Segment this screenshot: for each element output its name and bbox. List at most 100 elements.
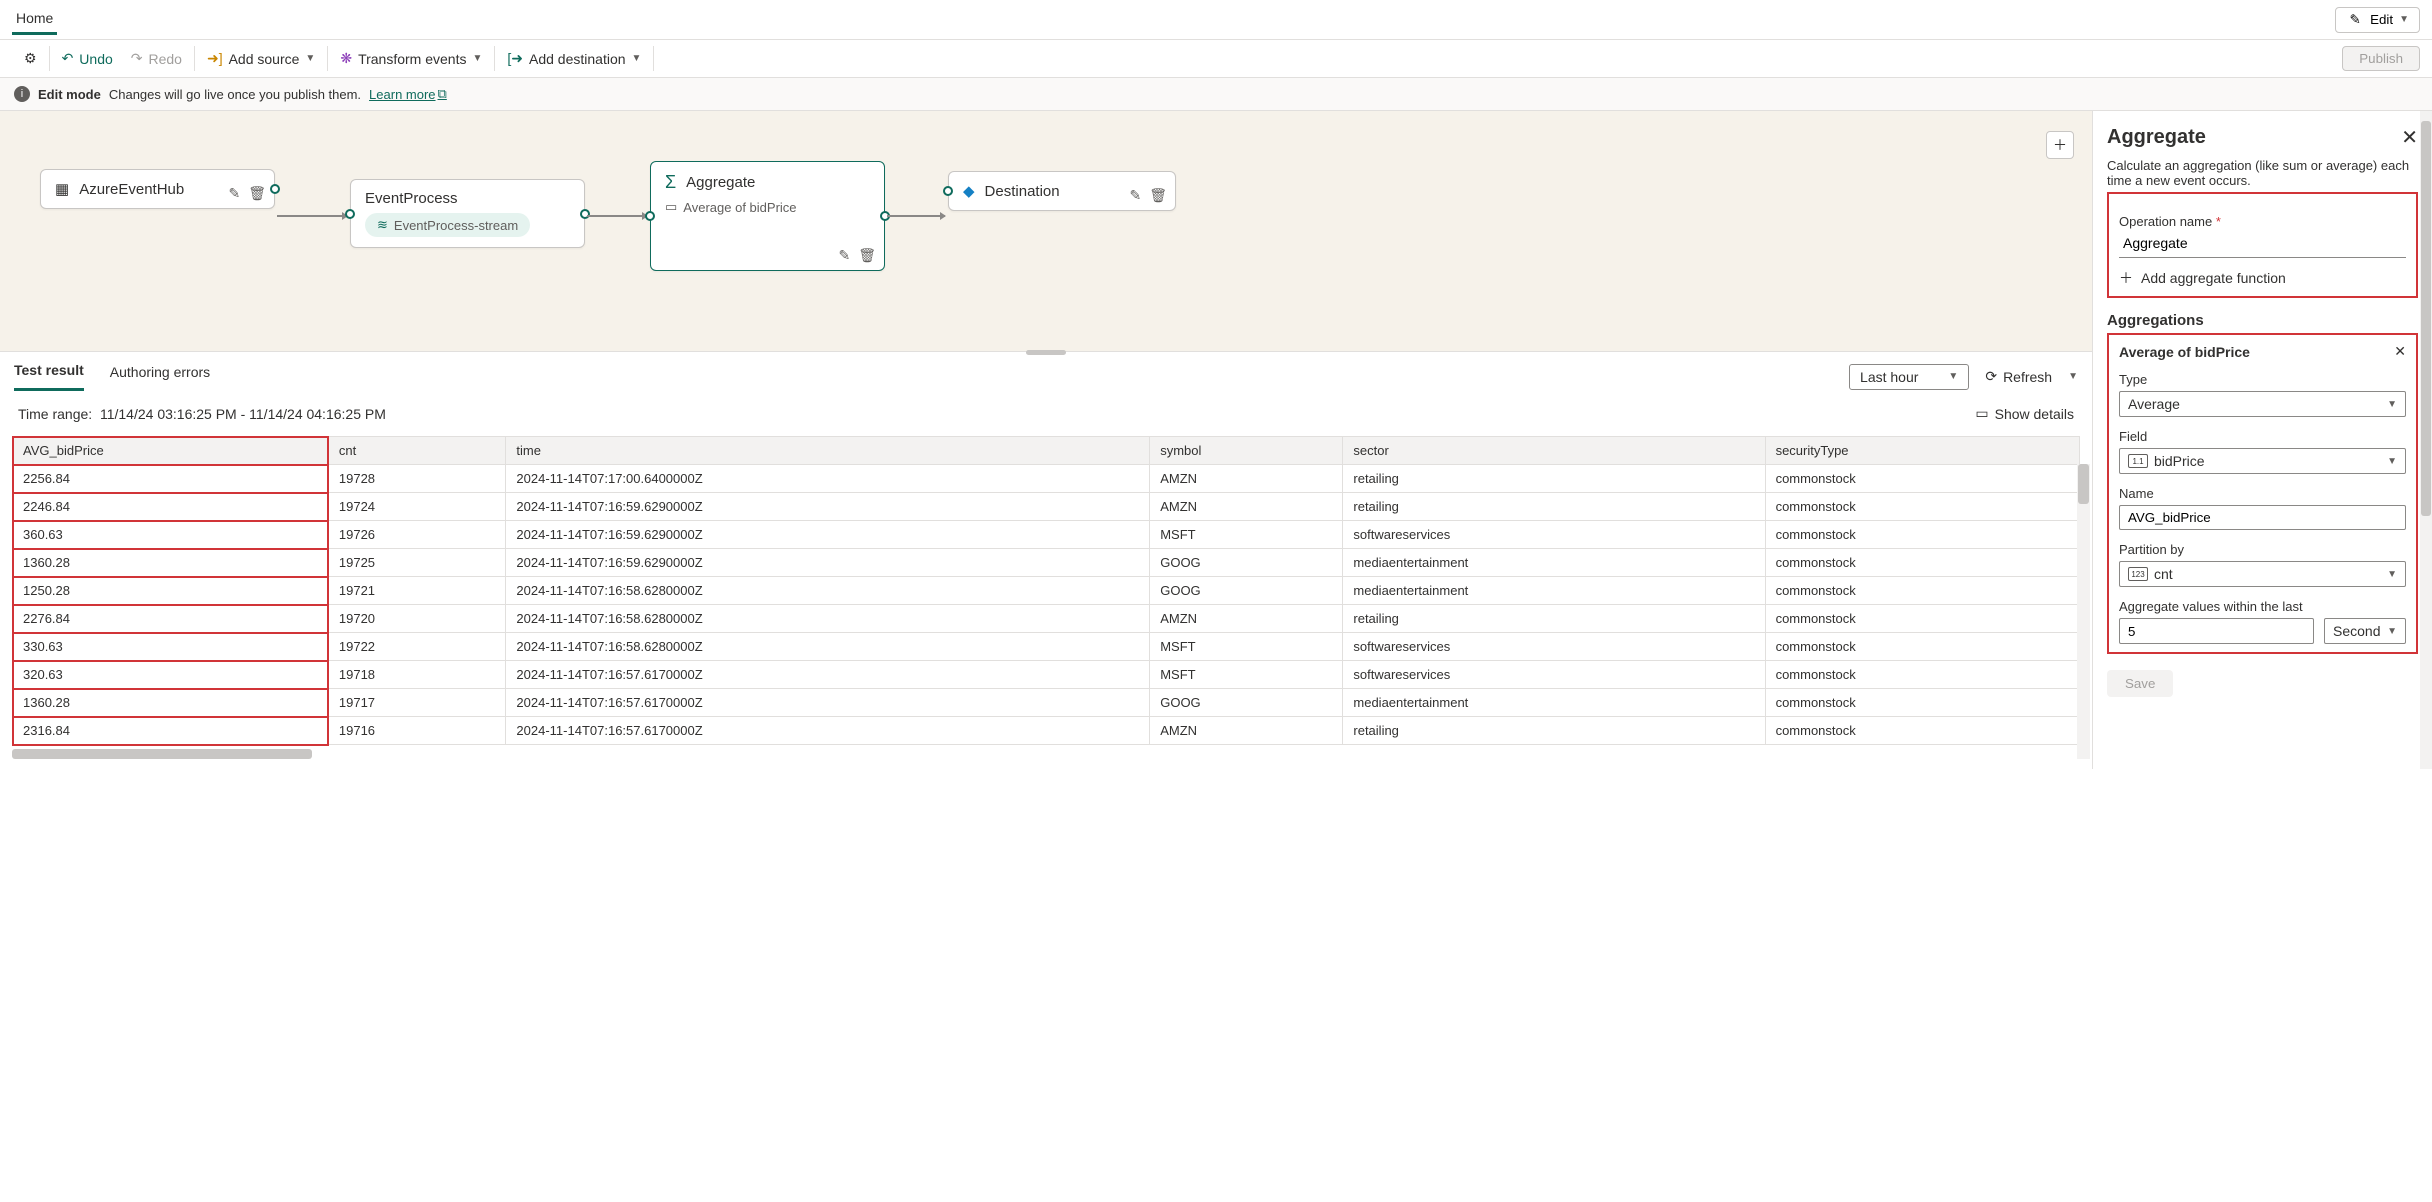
- table-row[interactable]: 2276.84197202024-11-14T07:16:58.6280000Z…: [13, 605, 2080, 633]
- port-out[interactable]: [270, 184, 280, 194]
- table-row[interactable]: 330.63197222024-11-14T07:16:58.6280000ZM…: [13, 633, 2080, 661]
- add-node-button[interactable]: ＋: [2046, 131, 2074, 159]
- trash-icon[interactable]: 🗑: [858, 247, 876, 264]
- panel-scrollbar[interactable]: [2420, 111, 2432, 769]
- chevron-down-icon: ▼: [2387, 626, 2397, 637]
- node-source[interactable]: ▦AzureEventHub ✎🗑: [40, 169, 275, 209]
- decimal-type-icon: 1.1: [2128, 454, 2148, 468]
- port-in[interactable]: [645, 211, 655, 221]
- vertical-scrollbar[interactable]: [2077, 464, 2090, 759]
- show-details-button[interactable]: ▭Show details: [1975, 405, 2074, 422]
- aggregation-title: Average of bidPrice: [2119, 344, 2250, 360]
- within-label: Aggregate values within the last: [2119, 599, 2406, 614]
- timerange-label: Time range:: [18, 406, 92, 422]
- panel-title: Aggregate: [2107, 126, 2206, 149]
- field-label: Field: [2119, 429, 2406, 444]
- name-input[interactable]: [2119, 505, 2406, 530]
- gear-icon: ⚙: [24, 50, 37, 67]
- add-destination-button[interactable]: [➜Add destination▼: [505, 46, 643, 71]
- partition-select[interactable]: 123cnt▼: [2119, 561, 2406, 587]
- horizontal-scrollbar[interactable]: [12, 749, 312, 759]
- time-range-dropdown[interactable]: Last hour▼: [1849, 364, 1969, 390]
- tab-test-result[interactable]: Test result: [14, 362, 84, 391]
- chevron-down-icon: ▼: [2387, 456, 2397, 467]
- chevron-down-icon: ▼: [2387, 569, 2397, 580]
- learn-more-link[interactable]: Learn more⧉: [369, 86, 447, 102]
- settings-button[interactable]: ⚙: [22, 46, 39, 71]
- pencil-icon[interactable]: ✎: [228, 185, 240, 202]
- add-aggregate-function[interactable]: ＋Add aggregate function: [2119, 268, 2406, 288]
- col-securityType[interactable]: securityType: [1765, 437, 2079, 465]
- col-cnt[interactable]: cnt: [328, 437, 506, 465]
- save-button[interactable]: Save: [2107, 670, 2173, 697]
- edge: [587, 215, 647, 217]
- chevron-down-icon: ▼: [305, 53, 315, 64]
- external-icon: ⧉: [438, 86, 447, 102]
- trash-icon[interactable]: 🗑: [248, 185, 266, 202]
- plus-icon: ＋: [2119, 268, 2133, 288]
- table-row[interactable]: 2316.84197162024-11-14T07:16:57.6170000Z…: [13, 717, 2080, 745]
- refresh-button[interactable]: ⟳Refresh: [1983, 364, 2054, 389]
- transform-icon: ❋: [340, 50, 352, 67]
- col-time[interactable]: time: [506, 437, 1150, 465]
- timerange-value: 11/14/24 03:16:25 PM - 11/14/24 04:16:25…: [100, 406, 386, 422]
- table-row[interactable]: 2246.84197242024-11-14T07:16:59.6290000Z…: [13, 493, 2080, 521]
- pencil-icon[interactable]: ✎: [838, 247, 850, 264]
- chevron-down-icon: ▼: [632, 53, 642, 64]
- close-icon[interactable]: ✕: [2394, 343, 2406, 360]
- details-icon: ▭: [1975, 405, 1988, 422]
- aggregations-heading: Aggregations: [2107, 312, 2418, 329]
- editmode-title: Edit mode: [38, 87, 101, 102]
- col-symbol[interactable]: symbol: [1150, 437, 1343, 465]
- close-icon[interactable]: ✕: [2401, 125, 2418, 150]
- table-row[interactable]: 320.63197182024-11-14T07:16:57.6170000ZM…: [13, 661, 2080, 689]
- trash-icon[interactable]: 🗑: [1149, 187, 1167, 204]
- node-aggregate[interactable]: ΣAggregate ▭Average of bidPrice ✎🗑: [650, 161, 885, 271]
- port-in[interactable]: [345, 209, 355, 219]
- port-out[interactable]: [580, 209, 590, 219]
- info-icon: i: [14, 86, 30, 102]
- operator-icon: ▭: [665, 199, 677, 215]
- publish-button[interactable]: Publish: [2342, 46, 2420, 71]
- tab-home[interactable]: Home: [12, 4, 57, 35]
- source-icon: ➜]: [207, 50, 223, 67]
- node-process[interactable]: EventProcess ≋EventProcess-stream: [350, 179, 585, 248]
- results-table: AVG_bidPricecnttimesymbolsectorsecurityT…: [12, 436, 2080, 745]
- chevron-down-icon: ▼: [2387, 399, 2397, 410]
- chevron-down-icon: ▼: [1948, 371, 1958, 382]
- col-AVG_bidPrice[interactable]: AVG_bidPrice: [13, 437, 329, 465]
- chevron-down-icon: ▼: [472, 53, 482, 64]
- editmode-msg: Changes will go live once you publish th…: [109, 87, 361, 102]
- refresh-icon: ⟳: [1985, 368, 1997, 385]
- sigma-icon: Σ: [665, 172, 676, 193]
- int-type-icon: 123: [2128, 567, 2148, 581]
- panel-desc: Calculate an aggregation (like sum or av…: [2107, 158, 2418, 188]
- redo-button[interactable]: ↷Redo: [129, 46, 184, 71]
- destination-icon: [➜: [507, 50, 523, 67]
- undo-button[interactable]: ↶Undo: [60, 46, 115, 71]
- resize-handle[interactable]: [1026, 350, 1066, 355]
- flow-canvas[interactable]: ＋ ▦AzureEventHub ✎🗑 EventProcess ≋EventP…: [0, 111, 2092, 351]
- table-row[interactable]: 360.63197262024-11-14T07:16:59.6290000ZM…: [13, 521, 2080, 549]
- table-row[interactable]: 1360.28197252024-11-14T07:16:59.6290000Z…: [13, 549, 2080, 577]
- table-row[interactable]: 1250.28197212024-11-14T07:16:58.6280000Z…: [13, 577, 2080, 605]
- partition-label: Partition by: [2119, 542, 2406, 557]
- port-in[interactable]: [943, 186, 953, 196]
- operation-name-input[interactable]: [2119, 229, 2406, 258]
- field-select[interactable]: 1.1bidPrice▼: [2119, 448, 2406, 474]
- pencil-icon[interactable]: ✎: [1129, 187, 1141, 204]
- within-unit-select[interactable]: Second▼: [2324, 618, 2406, 644]
- within-number-input[interactable]: [2119, 618, 2314, 644]
- destination-node-icon: ◆: [963, 182, 975, 200]
- edit-button[interactable]: ✎ Edit ▼: [2335, 7, 2420, 33]
- tab-authoring-errors[interactable]: Authoring errors: [110, 364, 210, 390]
- chevron-down-icon[interactable]: ▼: [2068, 371, 2078, 382]
- add-source-button[interactable]: ➜]Add source▼: [205, 46, 317, 71]
- col-sector[interactable]: sector: [1343, 437, 1765, 465]
- type-label: Type: [2119, 372, 2406, 387]
- type-select[interactable]: Average▼: [2119, 391, 2406, 417]
- table-row[interactable]: 2256.84197282024-11-14T07:17:00.6400000Z…: [13, 465, 2080, 493]
- transform-button[interactable]: ❋Transform events▼: [338, 46, 484, 71]
- table-row[interactable]: 1360.28197172024-11-14T07:16:57.6170000Z…: [13, 689, 2080, 717]
- node-destination[interactable]: ◆Destination ✎🗑: [948, 171, 1176, 211]
